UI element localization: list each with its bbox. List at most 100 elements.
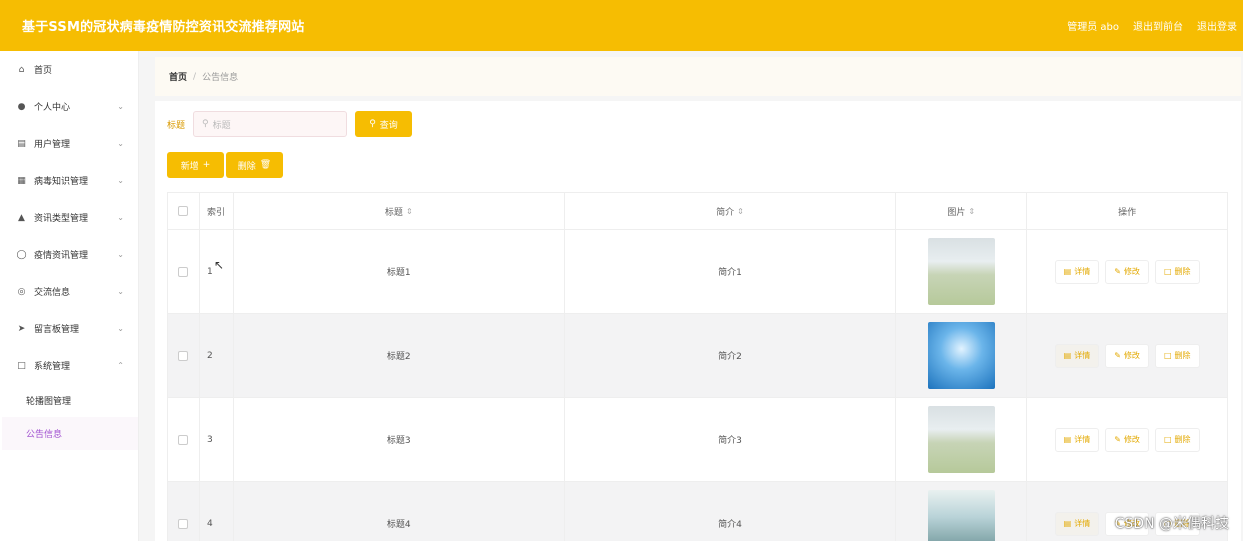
detail-icon: ▤ [1063, 351, 1072, 360]
table-row: 1 标题1 简介1 ▤ 详情 ✎ 修改 □ 删除 [168, 230, 1227, 314]
search-button-label: 查询 [379, 120, 398, 131]
home-icon: ⌂ [18, 64, 25, 75]
detail-icon: ▤ [1063, 435, 1072, 444]
admin-user-label[interactable]: 管理员 abo [1067, 18, 1119, 33]
sidebar-item-label: 留言板管理 [34, 325, 80, 335]
row-index: 1 [206, 266, 213, 277]
sidebar-subitem-carousel[interactable]: 轮播图管理 [2, 384, 138, 417]
row-picture[interactable] [927, 238, 995, 305]
detail-button[interactable]: ▤ 详情 [1054, 427, 1100, 452]
sidebar-item-label: 疫情资讯管理 [34, 251, 89, 261]
row-checkbox[interactable] [178, 434, 189, 445]
edit-icon: ✎ [1114, 351, 1121, 360]
sidebar: ⌂ 首页 ● 个人中心 ⌄ ▤ 用户管理 ⌄ ▦ 病毒知识管理 ⌄ ▲ 资讯类型管理 ⌄ … [2, 51, 139, 541]
breadcrumb-separator: / [193, 71, 197, 82]
sort-icon[interactable]: ⇕ [406, 207, 413, 216]
sidebar-item-message-board[interactable]: ➤ 留言板管理 ⌄ [2, 310, 138, 347]
detail-label: 详情 [1074, 435, 1091, 444]
row-delete-button[interactable]: □ 删除 [1154, 427, 1200, 452]
search-input[interactable]: ⚲ 标题 [193, 111, 348, 137]
sidebar-item-user-management[interactable]: ▤ 用户管理 ⌄ [2, 125, 138, 162]
top-header: 基于SSM的冠状病毒疫情防控资讯交流推荐网站 管理员 abo 退出到前台 退出登… [0, 0, 1243, 51]
chevron-down-icon: ⌄ [117, 139, 124, 148]
content-panel: 标题 ⚲ 标题 ⚲ 查询 新增 + 删除 🗑 索引 标题 ⇕ 简介 ⇕ 图片 ⇕… [155, 101, 1241, 541]
row-checkbox[interactable] [178, 518, 189, 529]
delete-label: 删除 [1174, 351, 1191, 360]
row-picture[interactable] [927, 322, 995, 389]
row-title: 标题3 [386, 436, 411, 446]
select-all-checkbox[interactable] [178, 206, 189, 216]
logout-link[interactable]: 退出登录 [1197, 18, 1237, 33]
row-checkbox[interactable] [178, 266, 189, 277]
edit-button[interactable]: ✎ 修改 [1105, 427, 1149, 452]
sidebar-item-label: 资讯类型管理 [34, 214, 89, 224]
sidebar-item-news-type[interactable]: ▲ 资讯类型管理 ⌄ [2, 199, 138, 236]
search-icon: ⚲ [369, 119, 376, 129]
sidebar-item-exchange-info[interactable]: ◎ 交流信息 ⌄ [2, 273, 138, 310]
edit-button[interactable]: ✎ 修改 [1105, 259, 1149, 284]
row-index: 2 [206, 350, 213, 361]
sidebar-item-label: 系统管理 [34, 362, 71, 372]
delete-button[interactable]: 删除 🗑 [226, 152, 283, 178]
add-button[interactable]: 新增 + [167, 152, 224, 178]
edit-label: 修改 [1123, 267, 1140, 276]
row-picture[interactable] [927, 406, 995, 473]
header-index: 索引 [206, 207, 225, 218]
chevron-down-icon: ⌄ [117, 213, 124, 222]
like-icon: ▲ [18, 212, 25, 223]
sidebar-item-virus-knowledge[interactable]: ▦ 病毒知识管理 ⌄ [2, 162, 138, 199]
sidebar-item-personal-center[interactable]: ● 个人中心 ⌄ [2, 88, 138, 125]
header-title[interactable]: 标题 ⇕ [234, 193, 565, 229]
sidebar-item-home[interactable]: ⌂ 首页 [2, 51, 138, 88]
search-label: 标题 [167, 120, 186, 131]
edit-button[interactable]: ✎ 修改 [1105, 343, 1149, 368]
edit-label: 修改 [1123, 351, 1140, 360]
sort-icon[interactable]: ⇕ [737, 207, 744, 216]
breadcrumb-current: 公告信息 [202, 73, 239, 83]
row-checkbox[interactable] [178, 350, 189, 361]
chevron-down-icon: ⌄ [117, 250, 124, 259]
row-intro: 简介3 [718, 436, 742, 446]
site-title: 基于SSM的冠状病毒疫情防控资讯交流推荐网站 [22, 20, 305, 35]
row-title: 标题4 [386, 520, 411, 530]
search-icon: ⚲ [202, 119, 209, 129]
table-row: 4 标题4 简介4 ▤ 详情 ✎ 修改 □ 删除 [168, 482, 1227, 541]
header-picture-label: 图片 [947, 207, 966, 218]
detail-icon: ▤ [1063, 267, 1072, 276]
sidebar-item-system-management[interactable]: □ 系统管理 ⌃ [2, 347, 138, 384]
chevron-down-icon: ⌄ [117, 287, 124, 296]
detail-button[interactable]: ▤ 详情 [1054, 343, 1100, 368]
breadcrumb-home[interactable]: 首页 [169, 70, 187, 83]
exit-to-front-link[interactable]: 退出到前台 [1133, 18, 1183, 33]
row-delete-button[interactable]: □ 删除 [1154, 259, 1200, 284]
detail-label: 详情 [1074, 519, 1091, 528]
detail-label: 详情 [1074, 351, 1091, 360]
detail-label: 详情 [1074, 267, 1091, 276]
header-intro[interactable]: 简介 ⇕ [565, 193, 897, 229]
sidebar-item-label: 交流信息 [34, 288, 71, 298]
detail-button[interactable]: ▤ 详情 [1054, 259, 1100, 284]
bulb-icon: ◯ [16, 249, 27, 260]
watermark: CSDN @米偶科技 [1114, 516, 1229, 532]
detail-icon: ▤ [1063, 519, 1072, 528]
row-title: 标题1 [386, 268, 411, 278]
send-icon: ➤ [17, 323, 26, 334]
row-picture[interactable] [927, 490, 995, 541]
table-header: 索引 标题 ⇕ 简介 ⇕ 图片 ⇕ 操作 [168, 193, 1227, 230]
sidebar-item-epidemic-news[interactable]: ◯ 疫情资讯管理 ⌄ [2, 236, 138, 273]
trash-icon: □ [1163, 351, 1172, 360]
detail-button[interactable]: ▤ 详情 [1054, 511, 1100, 536]
edit-icon: ✎ [1114, 435, 1121, 444]
sidebar-subitem-announcement[interactable]: 公告信息 [2, 417, 138, 450]
sort-icon[interactable]: ⇕ [968, 207, 975, 216]
mouse-cursor-icon: ↖ [214, 258, 225, 272]
sidebar-item-label: 首页 [34, 66, 53, 76]
search-button[interactable]: ⚲ 查询 [355, 111, 413, 137]
plus-icon: + [202, 160, 211, 170]
row-index: 4 [206, 518, 213, 529]
trash-icon: 🗑 [259, 160, 272, 170]
row-delete-button[interactable]: □ 删除 [1154, 343, 1200, 368]
header-picture[interactable]: 图片 ⇕ [896, 193, 1028, 229]
sidebar-item-label: 用户管理 [34, 140, 71, 150]
table-row: 3 标题3 简介3 ▤ 详情 ✎ 修改 □ 删除 [168, 398, 1227, 482]
